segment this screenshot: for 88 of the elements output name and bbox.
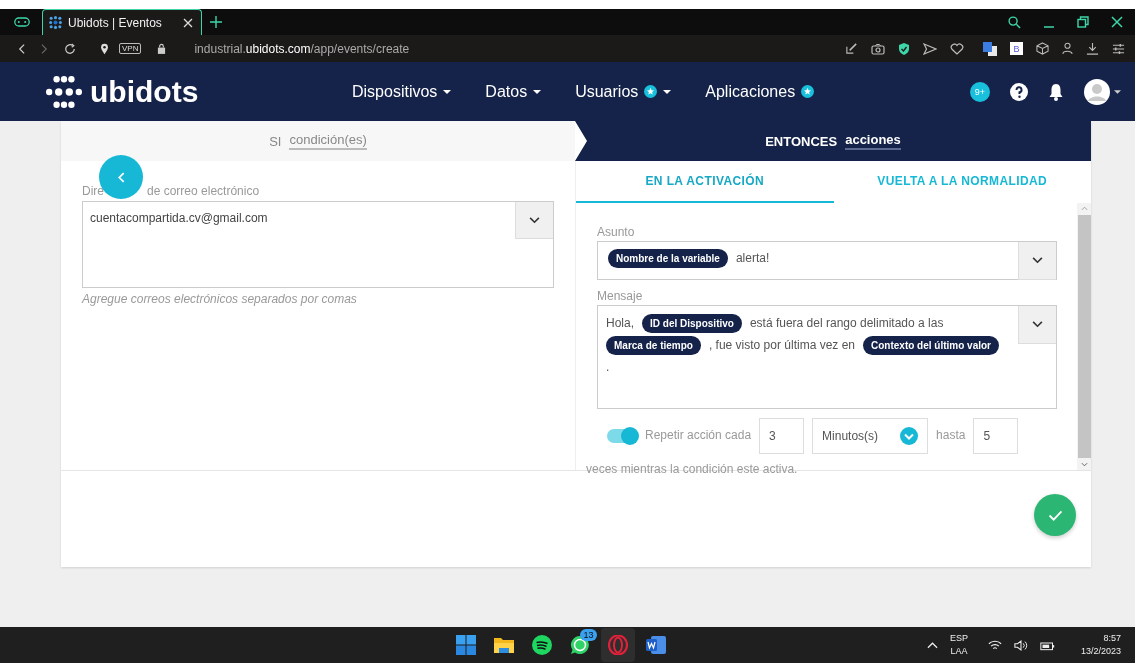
message-field[interactable]: Hola, ID del Dispositivo está fuera del rango delimitado a las Marca de tiempo , fue visto por última vez en Contexto del último valor . [597, 305, 1057, 409]
url-text[interactable]: industrial.ubidots.com/app/events/create [194, 41, 410, 56]
cube-icon[interactable] [1036, 42, 1049, 55]
nav-menu-item[interactable]: Dispositivos [352, 82, 452, 101]
dots-logo-icon [46, 75, 82, 108]
field-label: Asunto [597, 225, 636, 239]
restore-icon[interactable] [1077, 16, 1089, 28]
sliders-icon[interactable] [1112, 42, 1125, 55]
count-field[interactable]: 3 [759, 418, 805, 454]
repeat-label: Repetir acción cada [645, 428, 752, 442]
field-label: Dire [82, 184, 104, 198]
camera-icon[interactable] [871, 42, 885, 55]
language-indicator[interactable]: ESP LAA [949, 632, 968, 658]
caret-icon [533, 89, 542, 94]
download-icon[interactable] [1086, 42, 1099, 55]
caret-icon [663, 89, 672, 94]
bell-icon[interactable] [1048, 82, 1064, 101]
message-text: está fuera del rango delimitado a las [749, 316, 944, 330]
email-field[interactable]: cuentacompartida.cv@gmail.com [82, 201, 554, 288]
variable-tag[interactable]: Nombre de la variable [608, 248, 728, 268]
subject-field[interactable]: Nombre de la variable alerta! [597, 241, 1057, 280]
document-app-icon [644, 635, 667, 655]
scrollbar[interactable] [1077, 203, 1091, 470]
send-icon[interactable] [923, 42, 937, 55]
toggle-switch[interactable] [607, 429, 637, 443]
chevron-down-icon [1032, 257, 1043, 264]
translate-icon[interactable] [983, 41, 997, 56]
help-icon[interactable] [1010, 82, 1028, 101]
check-icon [1047, 509, 1063, 521]
close-icon[interactable] [183, 17, 193, 28]
gamepad-icon[interactable] [14, 16, 30, 28]
caret-icon[interactable] [1114, 89, 1121, 94]
message-text: , fue visto por última vez en [708, 338, 855, 352]
heart-icon[interactable] [950, 42, 964, 55]
chevron-down-icon [1032, 321, 1043, 328]
unit-dropdown[interactable]: Minutos(s) [812, 418, 929, 454]
variable-tag[interactable]: ID del Dispositivo [642, 313, 742, 333]
step-tab[interactable]: ENTONCES acciones [575, 121, 1091, 161]
wifi-icon[interactable] [987, 639, 1002, 651]
repeat-footer-text: veces mientras la condición este activa. [586, 462, 799, 476]
user-icon[interactable] [1062, 42, 1073, 55]
times-field[interactable]: 5 [973, 418, 1019, 454]
step-tab[interactable]: SI condición(es) [61, 121, 575, 161]
browser-app-icon [607, 635, 628, 655]
message-text: Hola, [606, 316, 634, 330]
star-badge-icon [644, 85, 658, 98]
battery-icon[interactable] [1039, 639, 1055, 651]
confirm-button[interactable] [1034, 494, 1076, 536]
field-label: de correo electrónico [147, 184, 260, 198]
taskbar-app[interactable]: 13 [562, 628, 597, 662]
lock-icon [157, 43, 167, 54]
avatar-icon[interactable] [1084, 78, 1110, 105]
variable-tag[interactable]: Marca de tiempo [606, 335, 701, 355]
chevron-up-icon [1080, 206, 1088, 211]
edit-icon[interactable] [845, 42, 858, 55]
chevron-left-icon [117, 171, 125, 183]
subject-text: alerta! [735, 251, 770, 265]
folder-icon [492, 636, 515, 654]
variable-tag[interactable]: Contexto del último valor [863, 335, 999, 355]
field-hint: Agregue correos electrónicos separados por comas [82, 292, 358, 306]
close-icon[interactable] [1111, 16, 1123, 28]
chevron-down-icon [529, 216, 540, 224]
extension-button[interactable]: B [1010, 42, 1023, 55]
browser-tab[interactable]: Ubidots | Eventos [42, 9, 202, 35]
logo-text[interactable]: ubidots [90, 74, 199, 109]
nav-menu-item[interactable]: Usuarios [575, 82, 672, 101]
dots-logo-icon [49, 16, 62, 29]
shield-icon[interactable] [898, 41, 910, 56]
until-label: hasta [936, 428, 966, 442]
plus-icon[interactable] [210, 16, 222, 28]
search-icon[interactable] [1008, 15, 1021, 29]
count-badge: 13 [580, 629, 597, 641]
chevron-down-icon [900, 427, 919, 445]
vpn-badge[interactable]: VPN [119, 43, 142, 54]
caret-icon [443, 89, 452, 94]
clock[interactable]: 8:57 13/2/2023 [1080, 632, 1121, 658]
reload-icon[interactable] [64, 42, 76, 55]
music-app-icon [531, 635, 552, 655]
nav-menu-item[interactable]: Aplicaciones [705, 82, 815, 101]
windows-logo-icon [455, 635, 476, 655]
message-text: . [606, 360, 610, 374]
chevron-up-icon[interactable] [926, 641, 938, 649]
field-label: Mensaje [597, 289, 644, 303]
chevron-down-icon [1080, 462, 1088, 467]
nav-menu-item[interactable]: Datos [485, 82, 542, 101]
star-badge-icon [801, 85, 815, 98]
speaker-icon[interactable] [1013, 639, 1028, 651]
location-pin-icon[interactable] [100, 42, 109, 55]
